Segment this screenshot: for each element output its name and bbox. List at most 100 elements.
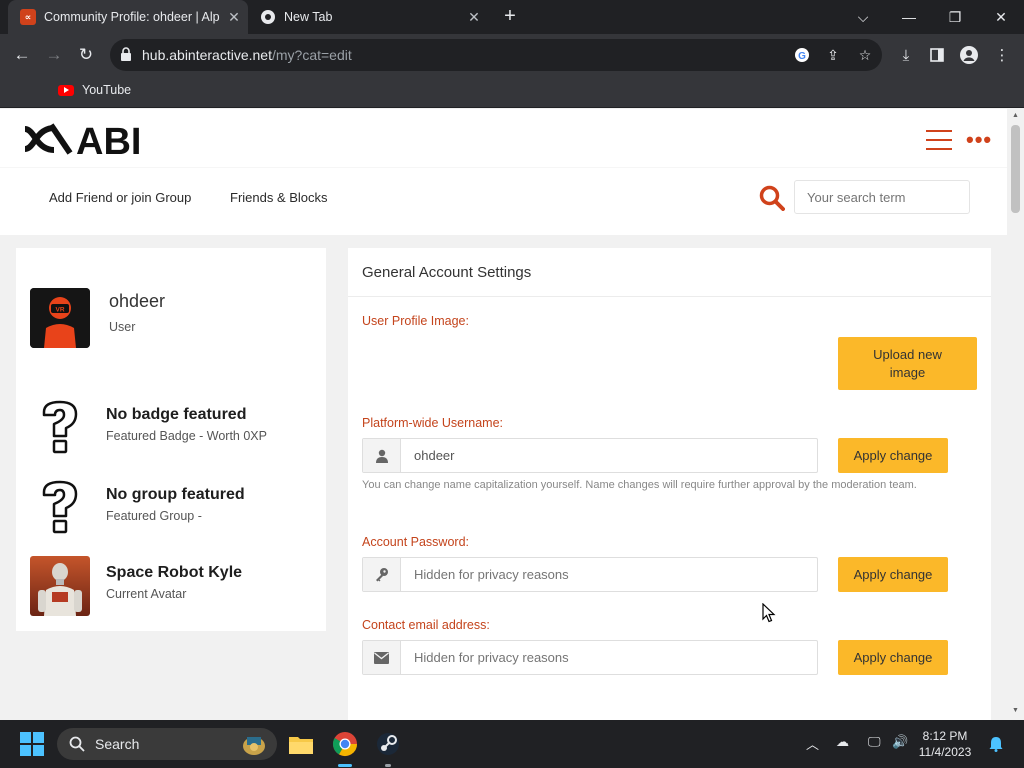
email-field <box>362 640 818 675</box>
scroll-up-arrow-icon[interactable]: ▲ <box>1010 112 1021 119</box>
group-subtitle: Featured Group - <box>106 509 202 523</box>
taskbar-clock[interactable]: 8:12 PM 11/4/2023 <box>917 728 973 760</box>
search-icon <box>69 736 85 752</box>
username-field <box>362 438 818 473</box>
side-panel-icon[interactable] <box>926 44 948 66</box>
friends-blocks-link[interactable]: Friends & Blocks <box>230 190 328 205</box>
browser-toolbar: ← → ↻ hub.abinteractive.net/my?cat=edit … <box>0 34 1024 76</box>
browser-tab-bar: ∝ Community Profile: ohdeer | Alp ✕ New … <box>0 0 1024 34</box>
youtube-icon <box>58 84 74 96</box>
back-button[interactable]: ← <box>8 42 36 68</box>
question-mark-icon <box>42 400 78 454</box>
tab-title: Community Profile: ohdeer | Alp <box>44 10 220 24</box>
tab-search-chevron-icon[interactable]: ⌵ <box>840 0 886 34</box>
tab-community-profile[interactable]: ∝ Community Profile: ohdeer | Alp ✕ <box>8 0 248 34</box>
clock-time: 8:12 PM <box>922 729 968 743</box>
avatar: VR <box>30 288 90 348</box>
open-app-indicator <box>385 764 391 767</box>
apply-username-button[interactable]: Apply change <box>838 438 948 473</box>
apply-password-button[interactable]: Apply change <box>838 557 948 592</box>
google-lens-icon[interactable]: G <box>792 46 812 64</box>
close-tab-icon[interactable]: ✕ <box>220 9 248 26</box>
site-search-input[interactable] <box>794 180 970 214</box>
active-app-indicator <box>338 764 352 767</box>
url-path: /my?cat=edit <box>271 47 352 63</box>
search-highlight-icon <box>243 737 265 755</box>
username-input[interactable] <box>401 439 817 472</box>
abi-logo[interactable]: ABI <box>24 119 184 164</box>
bookmarks-bar: YouTube <box>0 76 1024 108</box>
svg-text:G: G <box>798 51 806 62</box>
profile-card: VR ohdeer User No badge featured Feature… <box>16 248 326 631</box>
lock-icon <box>121 47 131 61</box>
tab-title: New Tab <box>284 10 333 24</box>
current-avatar[interactable]: Space Robot Kyle Current Avatar <box>30 556 320 618</box>
volume-icon[interactable]: 🔊 <box>892 734 908 750</box>
account-settings-card: General Account Settings User Profile Im… <box>348 248 991 720</box>
bookmark-star-icon[interactable]: ☆ <box>855 46 875 64</box>
profile-role: User <box>109 320 136 334</box>
username-label: Platform-wide Username: <box>362 416 504 430</box>
password-label: Account Password: <box>362 535 469 549</box>
hamburger-menu-icon[interactable] <box>926 130 952 150</box>
reload-button[interactable]: ↻ <box>72 42 100 68</box>
show-hidden-icons-chevron-icon[interactable]: ︿ <box>806 734 819 753</box>
taskbar-search-box[interactable]: Search <box>57 728 277 760</box>
add-friend-link[interactable]: Add Friend or join Group <box>49 190 191 205</box>
close-window-button[interactable]: ✕ <box>978 0 1024 34</box>
new-tab-button[interactable]: + <box>498 5 522 29</box>
tab-new-tab[interactable]: New Tab ✕ <box>250 0 488 34</box>
settings-heading: General Account Settings <box>348 248 991 297</box>
url-text: hub.abinteractive.net/my?cat=edit <box>142 47 352 63</box>
group-title: No group featured <box>106 486 245 503</box>
minimize-button[interactable]: — <box>886 0 932 34</box>
network-icon[interactable]: 🖵 <box>868 734 881 750</box>
bookmark-label: YouTube <box>82 83 132 97</box>
share-icon[interactable]: ⇪ <box>823 46 843 64</box>
site-header: ABI ••• Add Friend or join Group Friends… <box>0 109 1007 235</box>
chrome-icon <box>260 9 276 25</box>
url-domain: hub.abinteractive.net <box>142 47 272 63</box>
featured-group: No group featured Featured Group - <box>30 478 320 540</box>
username-help-text: You can change name capitalization yours… <box>362 479 917 491</box>
download-icon[interactable]: ⤓ <box>895 44 917 66</box>
avatar-title: Space Robot Kyle <box>106 564 243 581</box>
mouse-cursor-icon <box>762 603 776 623</box>
upload-image-button[interactable]: Upload new image <box>838 337 977 390</box>
logo-text: ABI <box>76 121 141 159</box>
apply-email-button[interactable]: Apply change <box>838 640 948 675</box>
user-icon <box>363 439 401 472</box>
avatar-subtitle: Current Avatar <box>106 587 187 601</box>
scroll-down-arrow-icon[interactable]: ▼ <box>1010 707 1021 714</box>
chrome-icon[interactable] <box>330 729 360 759</box>
svg-text:VR: VR <box>55 307 64 314</box>
taskbar-search-label: Search <box>95 736 140 752</box>
restore-button[interactable]: ❐ <box>932 0 978 34</box>
menu-kebab-icon[interactable]: ⋮ <box>991 44 1013 66</box>
file-explorer-icon[interactable] <box>286 729 316 759</box>
scrollbar-thumb[interactable] <box>1011 125 1020 213</box>
search-icon[interactable] <box>759 185 785 211</box>
profile-image-label: User Profile Image: <box>362 314 469 328</box>
clock-date: 11/4/2023 <box>918 745 972 759</box>
bookmark-youtube[interactable]: YouTube <box>58 83 131 97</box>
windows-taskbar: Search ︿ ☁ 🖵 🔊 8:12 PM 11/4/2023 <box>0 720 1024 768</box>
email-input[interactable] <box>401 641 817 674</box>
page-viewport: ABI ••• Add Friend or join Group Friends… <box>0 109 1024 720</box>
address-bar[interactable]: hub.abinteractive.net/my?cat=edit G ⇪ ☆ <box>110 39 882 71</box>
featured-badge: No badge featured Featured Badge - Worth… <box>30 398 320 460</box>
close-tab-icon[interactable]: ✕ <box>460 9 488 26</box>
abi-logo-icon: ∝ <box>20 9 36 25</box>
email-label: Contact email address: <box>362 618 490 632</box>
onedrive-icon[interactable]: ☁ <box>836 734 849 750</box>
badge-subtitle: Featured Badge - Worth 0XP <box>106 429 267 443</box>
password-input[interactable] <box>401 558 817 591</box>
forward-button[interactable]: → <box>40 42 68 68</box>
steam-icon[interactable] <box>373 729 403 759</box>
windows-start-icon[interactable] <box>20 732 44 756</box>
profile-icon[interactable] <box>958 44 980 66</box>
page-scrollbar[interactable]: ▲ ▼ <box>1007 109 1024 720</box>
password-field <box>362 557 818 592</box>
notification-bell-icon[interactable] <box>988 736 1004 752</box>
more-options-icon[interactable]: ••• <box>966 127 992 153</box>
